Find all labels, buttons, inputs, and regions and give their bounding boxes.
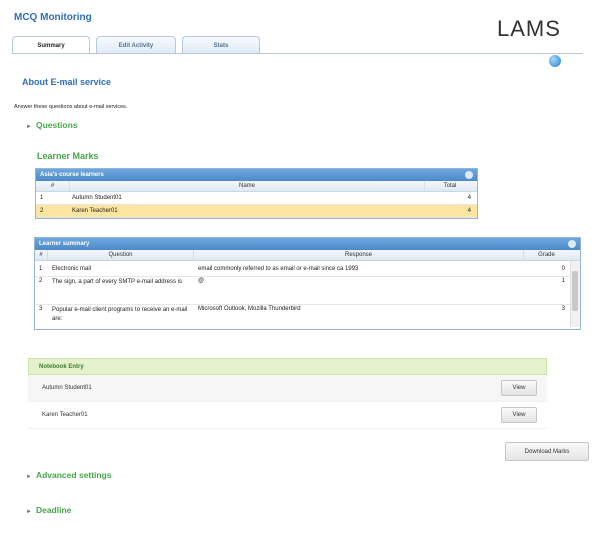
header-bar: MCQ Monitoring Summary Edit Activity Sta…	[0, 0, 595, 56]
learner-summary-grid: Learner summary # Question Response Grad…	[34, 237, 581, 330]
table-row[interactable]: 1 Electronic mail email commonly referre…	[35, 261, 570, 277]
app-title: MCQ Monitoring	[14, 12, 92, 23]
view-button[interactable]: View	[501, 380, 537, 396]
col-question[interactable]: Question	[48, 250, 194, 260]
summary-grid-body: 1 Electronic mail email commonly referre…	[35, 261, 580, 329]
row-question: Popular e-mail client programs to receiv…	[52, 307, 188, 322]
marks-grid-caption: Asia's course learners	[36, 169, 477, 181]
col-name[interactable]: Name	[70, 181, 425, 191]
lams-logo: LAMS	[497, 16, 561, 41]
advanced-settings-label: Advanced settings	[35, 470, 112, 480]
activity-instructions: Answer these questions about e-mail serv…	[14, 104, 128, 110]
marks-grid: Asia's course learners # Name Total 1 Au…	[35, 168, 478, 219]
row-total: 4	[467, 208, 471, 214]
notebook-learner-name: Karen Teacher01	[42, 412, 88, 418]
summary-grid-header: # Question Response Grade	[35, 250, 580, 261]
table-row[interactable]: 3 Popular e-mail client programs to rece…	[35, 305, 570, 329]
col-response[interactable]: Response	[194, 250, 524, 260]
row-num: 2	[39, 278, 43, 284]
row-grade: 1	[561, 278, 565, 284]
expand-arrow-icon: ►	[26, 124, 32, 130]
row-name: Karen Teacher01	[72, 208, 118, 214]
expand-arrow-icon: ►	[26, 509, 32, 515]
col-num[interactable]: #	[35, 250, 48, 260]
questions-label: Questions	[35, 120, 78, 130]
row-num: 1	[40, 195, 44, 201]
activity-title: About E-mail service	[22, 77, 112, 87]
collapse-icon[interactable]	[568, 240, 576, 248]
row-response: @	[198, 278, 205, 284]
row-question: The sign, a part of every SMTP e-mail ad…	[52, 279, 182, 285]
notebook-panel: Notebook Entry Autumn Student01 View Kar…	[28, 358, 547, 429]
learner-marks-title: Learner Marks	[37, 151, 99, 161]
notebook-learner-name: Autumn Student01	[42, 385, 92, 391]
summary-grid-caption-text: Learner summary	[39, 241, 90, 247]
col-total[interactable]: Total	[425, 181, 475, 191]
tab-divider	[12, 53, 583, 54]
view-button[interactable]: View	[501, 407, 537, 423]
collapse-icon[interactable]	[465, 171, 473, 179]
list-item: Karen Teacher01 View	[28, 402, 547, 429]
notebook-title: Notebook Entry	[28, 358, 547, 375]
download-marks-button[interactable]: Download Marks	[505, 442, 589, 461]
col-num[interactable]: #	[36, 181, 70, 191]
col-grade[interactable]: Grade	[524, 250, 569, 260]
scrollbar-thumb[interactable]	[572, 271, 578, 311]
expand-arrow-icon: ►	[26, 474, 32, 480]
deadline-toggle[interactable]: ► Deadline	[26, 505, 71, 515]
tab-bar: Summary Edit Activity Stats	[12, 36, 260, 54]
row-num: 1	[39, 265, 43, 272]
row-grade: 3	[561, 306, 565, 312]
list-item: Autumn Student01 View	[28, 375, 547, 402]
deadline-label: Deadline	[35, 505, 72, 515]
row-num: 2	[40, 208, 44, 214]
marks-grid-caption-text: Asia's course learners	[40, 172, 104, 178]
row-response: Microsoft Outlook, Mozilla Thunderbird	[198, 306, 301, 312]
summary-scrollbar[interactable]	[570, 261, 580, 327]
advanced-settings-toggle[interactable]: ► Advanced settings	[26, 470, 112, 480]
row-total: 4	[467, 195, 471, 201]
table-row[interactable]: 2 The sign, a part of every SMTP e-mail …	[35, 277, 570, 305]
row-response: email commonly referred to as email or e…	[198, 265, 359, 272]
row-num: 3	[39, 306, 43, 312]
help-icon[interactable]	[549, 55, 561, 67]
marks-grid-header: # Name Total	[36, 181, 477, 192]
row-name: Autumn Student01	[72, 195, 122, 201]
summary-grid-caption: Learner summary	[35, 238, 580, 250]
table-row[interactable]: 1 Autumn Student01 4	[36, 192, 477, 205]
row-question: Electronic mail	[52, 265, 92, 272]
notebook-rows: Autumn Student01 View Karen Teacher01 Vi…	[28, 375, 547, 429]
tab-summary[interactable]: Summary	[12, 36, 90, 54]
row-grade: 0	[561, 265, 565, 272]
tab-stats[interactable]: Stats	[182, 36, 260, 54]
tab-edit-activity[interactable]: Edit Activity	[96, 36, 176, 54]
table-row-selected[interactable]: 2 Karen Teacher01 4	[36, 205, 477, 218]
questions-toggle[interactable]: ► Questions	[26, 120, 78, 130]
